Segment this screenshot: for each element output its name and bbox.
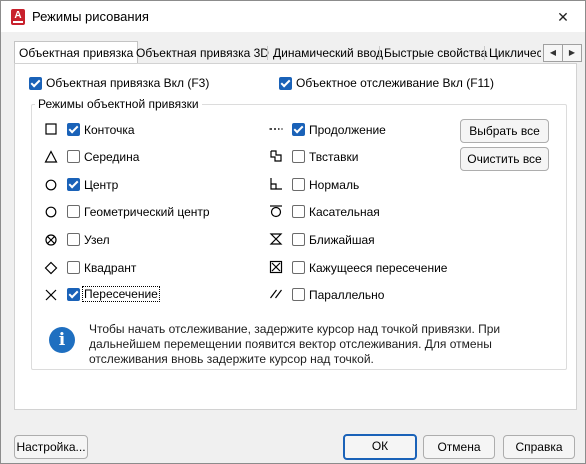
mode-tangent-label[interactable]: Касательная <box>309 205 380 219</box>
tab-3d-object-snap[interactable]: Объектная привязка 3D <box>132 43 273 63</box>
ok-button[interactable]: ОК <box>343 434 417 460</box>
dialog-window: A Режимы рисования ✕ Объектная привязка … <box>0 0 586 464</box>
info-text: Чтобы начать отслеживание, задержите кур… <box>89 322 501 366</box>
insert-icon <box>270 150 282 162</box>
clear-all-button[interactable]: Очистить все <box>460 147 549 171</box>
info-icon: i <box>49 327 75 353</box>
tab-object-snap[interactable]: Объектная привязка <box>14 41 139 64</box>
otrack-on-checkbox[interactable] <box>279 77 292 90</box>
square-endpoint-icon <box>45 123 57 135</box>
mode-endpoint-label[interactable]: Конточка <box>84 123 135 137</box>
diamond-quadrant-icon <box>44 261 58 275</box>
mode-nearest-label[interactable]: Ближайшая <box>309 233 375 247</box>
mode-node-label[interactable]: Узел <box>84 233 110 247</box>
mode-extension-label[interactable]: Продолжение <box>309 123 386 137</box>
mode-perpendicular-label[interactable]: Нормаль <box>309 178 359 192</box>
tab-quick-properties[interactable]: Быстрые свойства <box>380 43 491 63</box>
tab-scroll-right-button[interactable]: ▶ <box>562 44 582 62</box>
parallel-icon <box>270 289 282 299</box>
select-all-button[interactable]: Выбрать все <box>460 119 549 143</box>
otrack-on-label[interactable]: Объектное отслеживание Вкл (F11) <box>296 76 494 90</box>
osnap-on-label[interactable]: Объектная привязка Вкл (F3) <box>46 76 209 90</box>
circle-geocenter-icon <box>45 206 57 218</box>
mode-quadrant-checkbox[interactable] <box>67 261 80 274</box>
tab-separator <box>267 46 268 60</box>
mode-perpendicular-checkbox[interactable] <box>292 178 305 191</box>
mode-parallel-checkbox[interactable] <box>292 288 305 301</box>
mode-center-label[interactable]: Центр <box>84 178 118 192</box>
perpendicular-icon <box>270 178 282 190</box>
mode-insert-checkbox[interactable] <box>292 150 305 163</box>
extension-icon <box>269 128 283 130</box>
help-button[interactable]: Справка <box>503 435 575 459</box>
triangle-midpoint-icon <box>44 150 58 163</box>
nearest-icon <box>269 233 283 245</box>
settings-button[interactable]: Настройка... <box>14 435 88 459</box>
mode-geocenter-checkbox[interactable] <box>67 205 80 218</box>
close-button[interactable]: ✕ <box>553 7 573 27</box>
mode-quadrant-label[interactable]: Квадрант <box>84 261 136 275</box>
tangent-icon <box>270 205 282 218</box>
mode-parallel-label[interactable]: Параллельно <box>309 288 384 302</box>
window-title: Режимы рисования <box>32 9 149 24</box>
cross-intersection-icon <box>45 289 57 301</box>
osnap-on-checkbox[interactable] <box>29 77 42 90</box>
mode-intersection-label[interactable]: Пересечение <box>82 286 160 302</box>
osnap-modes-group-title: Режимы объектной привязки <box>35 97 202 111</box>
autocad-app-icon: A <box>11 9 25 25</box>
title-bar: A Режимы рисования ✕ <box>1 1 585 32</box>
mode-geocenter-label[interactable]: Геометрический центр <box>84 205 210 219</box>
mode-node-checkbox[interactable] <box>67 233 80 246</box>
mode-endpoint-checkbox[interactable] <box>67 123 80 136</box>
mode-extension-checkbox[interactable] <box>292 123 305 136</box>
apparent-intersection-icon <box>269 260 283 274</box>
mode-apparent-intersection-label[interactable]: Кажущееся пересечение <box>309 261 447 275</box>
mode-center-checkbox[interactable] <box>67 178 80 191</box>
cancel-button[interactable]: Отмена <box>423 435 495 459</box>
mode-midpoint-label[interactable]: Середина <box>84 150 139 164</box>
mode-midpoint-checkbox[interactable] <box>67 150 80 163</box>
node-icon <box>45 234 57 246</box>
tab-dynamic-input[interactable]: Динамический ввод <box>269 43 387 63</box>
tab-separator <box>484 46 485 60</box>
mode-insert-label[interactable]: Твставки <box>309 150 358 164</box>
tab-selection-cycling[interactable]: Циклическ <box>486 43 541 63</box>
mode-apparent-intersection-checkbox[interactable] <box>292 261 305 274</box>
circle-center-icon <box>45 179 57 191</box>
mode-intersection-checkbox[interactable] <box>67 288 80 301</box>
mode-tangent-checkbox[interactable] <box>292 205 305 218</box>
tab-scroll-left-button[interactable]: ◀ <box>543 44 563 62</box>
mode-nearest-checkbox[interactable] <box>292 233 305 246</box>
